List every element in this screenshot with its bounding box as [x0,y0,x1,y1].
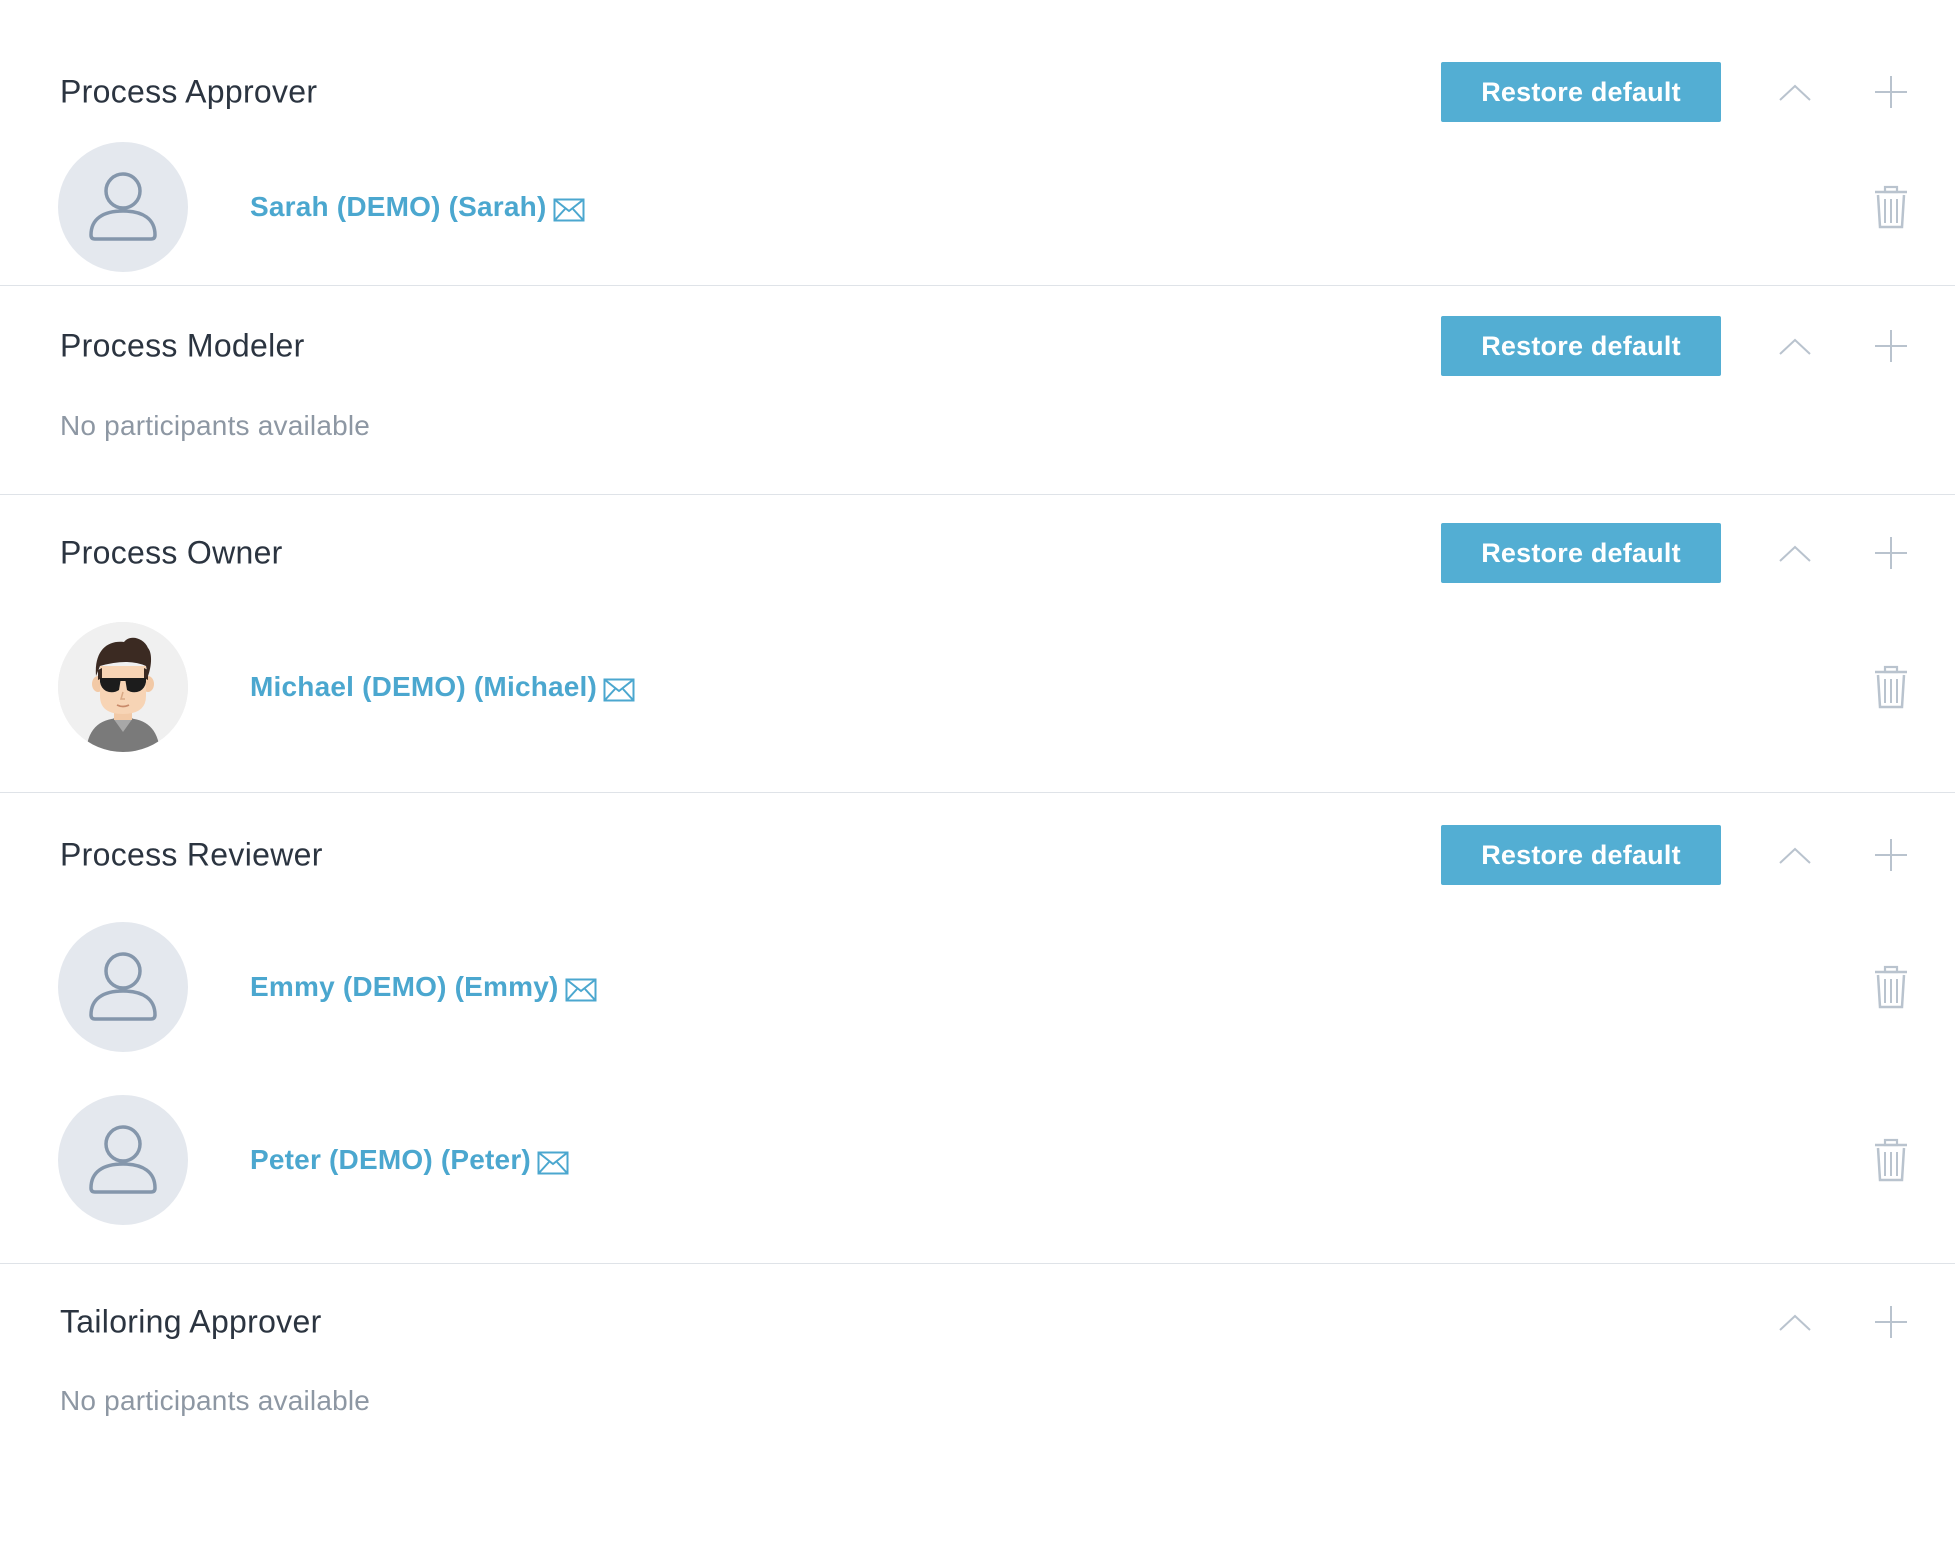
avatar [58,142,188,272]
role-title: Tailoring Approver [60,1303,322,1340]
envelope-icon[interactable] [603,678,635,702]
empty-participants: No participants available [0,1358,1955,1444]
participant-link: Peter (DEMO) (Peter) [250,1144,569,1176]
role-title: Process Approver [60,73,318,110]
roles-page: Process Approver Restore default Sarah (… [0,0,1955,1542]
plus-icon[interactable] [1869,1300,1913,1344]
role-header: Process Modeler Restore default [0,310,1955,382]
empty-participants-text: No participants available [60,1385,371,1416]
participant-row: Michael (DEMO) (Michael) [0,589,1955,785]
role-header: Process Reviewer Restore default [0,819,1955,891]
role-section-process-owner: Process Owner Restore default Michael (D… [0,495,1955,793]
participant-link: Michael (DEMO) (Michael) [250,671,635,703]
placeholder-user-icon [89,172,157,241]
avatar [58,622,188,752]
envelope-icon[interactable] [553,198,585,222]
plus-icon[interactable] [1869,324,1913,368]
empty-participants-text: No participants available [60,410,371,441]
participant-list: Michael (DEMO) (Michael) [0,589,1955,785]
participant-name[interactable]: Michael (DEMO) (Michael) [250,671,597,703]
participant-link: Emmy (DEMO) (Emmy) [250,971,597,1003]
participant-name[interactable]: Peter (DEMO) (Peter) [250,1144,531,1176]
role-section-process-approver: Process Approver Restore default Sarah (… [0,0,1955,286]
plus-icon[interactable] [1869,70,1913,114]
plus-icon[interactable] [1869,531,1913,575]
cartoon-man-sunglasses-photo [58,622,188,752]
restore-default-button[interactable]: Restore default [1441,62,1721,122]
participant-list: Emmy (DEMO) (Emmy) Peter (DEMO) (Peter) [0,891,1955,1237]
envelope-icon[interactable] [565,978,597,1002]
trash-icon[interactable] [1872,665,1910,709]
trash-icon[interactable] [1872,185,1910,229]
envelope-icon[interactable] [537,1151,569,1175]
participant-list: Sarah (DEMO) (Sarah) [0,129,1955,285]
participant-row: Emmy (DEMO) (Emmy) [0,891,1955,1083]
chevron-up-icon[interactable] [1773,1300,1817,1344]
participant-row: Sarah (DEMO) (Sarah) [0,129,1955,285]
participant-name[interactable]: Sarah (DEMO) (Sarah) [250,191,547,223]
role-section-process-modeler: Process Modeler Restore default No parti… [0,286,1955,495]
placeholder-user-icon [89,1125,157,1194]
role-title: Process Reviewer [60,836,323,873]
role-section-tailoring-approver: Tailoring Approver No participants avail… [0,1264,1955,1466]
empty-participants: No participants available [0,382,1955,470]
chevron-up-icon[interactable] [1773,70,1817,114]
trash-icon[interactable] [1872,1138,1910,1182]
chevron-up-icon[interactable] [1773,833,1817,877]
placeholder-user-icon [89,952,157,1021]
role-header: Tailoring Approver [0,1286,1955,1358]
restore-default-button[interactable]: Restore default [1441,523,1721,583]
role-title: Process Owner [60,534,283,571]
participant-name[interactable]: Emmy (DEMO) (Emmy) [250,971,559,1003]
role-title: Process Modeler [60,327,305,364]
role-header: Process Approver Restore default [0,56,1955,128]
participant-row: Peter (DEMO) (Peter) [0,1083,1955,1237]
chevron-up-icon[interactable] [1773,324,1817,368]
role-section-process-reviewer: Process Reviewer Restore default Emmy (D… [0,793,1955,1264]
restore-default-button[interactable]: Restore default [1441,825,1721,885]
plus-icon[interactable] [1869,833,1913,877]
trash-icon[interactable] [1872,965,1910,1009]
role-header: Process Owner Restore default [0,517,1955,589]
chevron-up-icon[interactable] [1773,531,1817,575]
avatar [58,1095,188,1225]
restore-default-button[interactable]: Restore default [1441,316,1721,376]
avatar [58,922,188,1052]
participant-link: Sarah (DEMO) (Sarah) [250,191,585,223]
